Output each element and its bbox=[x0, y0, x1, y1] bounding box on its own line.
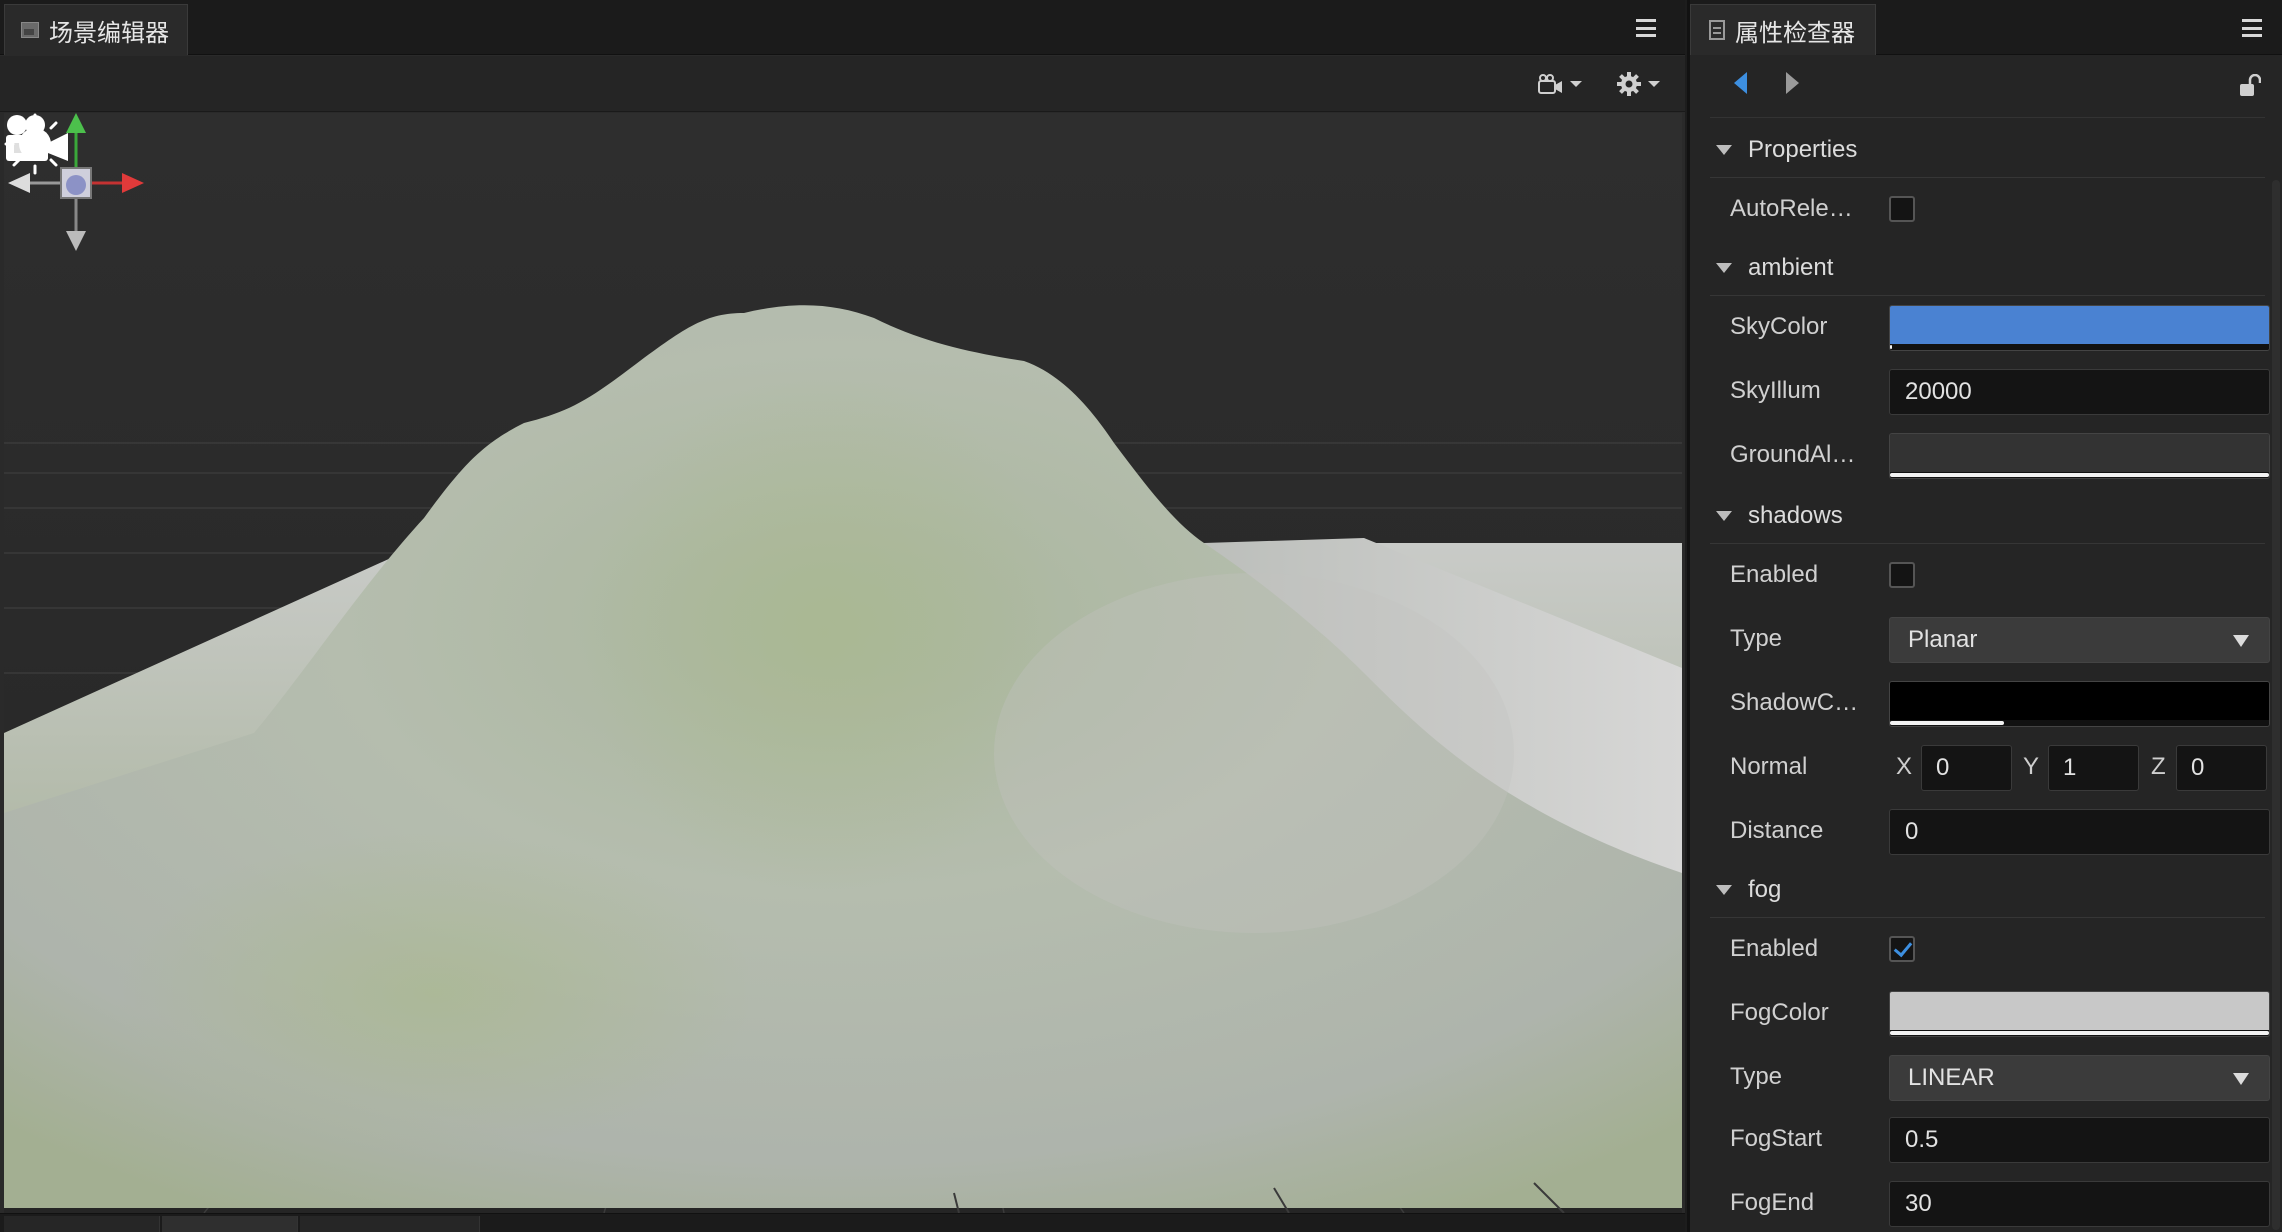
sky-illum-input[interactable]: 20000 bbox=[1889, 369, 2270, 415]
shadow-normal-label: Normal bbox=[1730, 753, 1808, 780]
section-title: Properties bbox=[1748, 135, 1858, 163]
auto-release-checkbox[interactable] bbox=[1889, 196, 1915, 222]
fog-type-label: Type bbox=[1730, 1063, 1783, 1090]
sky-illum-label: SkyIllum bbox=[1730, 377, 1821, 404]
section-shadows[interactable]: shadows bbox=[1710, 488, 2265, 544]
ground-albedo-label: GroundAl… bbox=[1730, 441, 1856, 468]
section-ambient[interactable]: ambient bbox=[1710, 240, 2265, 296]
auto-release-label: AutoRele… bbox=[1730, 195, 1853, 222]
fog-enabled-label: Enabled bbox=[1730, 935, 1819, 962]
row-fog-start: FogStart 0.5 bbox=[1710, 1109, 2270, 1169]
shadow-distance-input[interactable]: 0 bbox=[1889, 809, 2270, 855]
bottom-tab[interactable] bbox=[4, 1216, 160, 1232]
section-properties[interactable]: Properties bbox=[1710, 122, 2265, 178]
tab-scene-editor[interactable]: 场景编辑器 bbox=[4, 4, 188, 55]
collapse-triangle-icon bbox=[1716, 262, 1732, 273]
fog-color-picker[interactable] bbox=[1889, 991, 2270, 1037]
inspector-tabbar: 属性检查器 bbox=[1690, 0, 2282, 55]
normal-x-label: X bbox=[1896, 753, 1913, 780]
row-shadow-normal: Normal X 0 Y 1 Z 0 bbox=[1710, 737, 2267, 797]
bottom-tab[interactable] bbox=[162, 1216, 298, 1232]
row-shadow-color: ShadowC… bbox=[1710, 673, 2270, 733]
scene-toolbar bbox=[0, 56, 1685, 112]
inspector-menu-icon[interactable] bbox=[2238, 16, 2266, 40]
fog-type-select[interactable]: LINEAR bbox=[1889, 1055, 2270, 1101]
shadow-color-label: ShadowC… bbox=[1730, 689, 1859, 716]
fog-start-input[interactable]: 0.5 bbox=[1889, 1117, 2270, 1163]
fog-color-label: FogColor bbox=[1730, 999, 1829, 1026]
property-inspector-panel: 属性检查器 Properties AutoRele… ambient SkyCo… bbox=[1687, 0, 2282, 1232]
ground-albedo-swatch bbox=[1890, 434, 2269, 472]
shadows-type-label: Type bbox=[1730, 625, 1783, 652]
row-fog-type: Type LINEAR bbox=[1710, 1047, 2270, 1107]
row-fog-color: FogColor bbox=[1710, 983, 2270, 1043]
camera-view-icon bbox=[1538, 74, 1562, 94]
normal-z-input[interactable]: 0 bbox=[2176, 745, 2267, 791]
tab-property-inspector[interactable]: 属性检查器 bbox=[1690, 4, 1876, 55]
collapse-triangle-icon bbox=[1716, 510, 1732, 521]
row-ground-albedo: GroundAl… bbox=[1710, 425, 2270, 485]
row-shadows-type: Type Planar bbox=[1710, 609, 2270, 669]
row-auto-release: AutoRele… bbox=[1710, 179, 2265, 239]
scene-tab-label: 场景编辑器 bbox=[49, 19, 169, 47]
shadows-enabled-label: Enabled bbox=[1730, 561, 1819, 588]
bottom-tab[interactable] bbox=[300, 1216, 480, 1232]
collapse-triangle-icon bbox=[1716, 884, 1732, 895]
fog-type-value: LINEAR bbox=[1908, 1064, 1995, 1091]
editor-window: 场景编辑器 属性检查器 Properties AutoRele… ambient… bbox=[0, 0, 2282, 1232]
scene-tab-icon bbox=[21, 22, 39, 38]
chevron-down-icon bbox=[1570, 81, 1582, 87]
row-shadow-distance: Distance 0 bbox=[1710, 801, 2270, 861]
lock-icon[interactable] bbox=[2239, 74, 2261, 98]
section-title: fog bbox=[1748, 875, 1782, 903]
bottom-panel-tabs bbox=[0, 1213, 1685, 1232]
sun-light-icon[interactable] bbox=[4, 113, 66, 175]
fog-color-swatch bbox=[1890, 992, 2269, 1030]
section-fog[interactable]: fog bbox=[1710, 862, 2265, 918]
shadow-color-swatch bbox=[1890, 682, 2269, 720]
inspector-nav-row bbox=[1710, 62, 2265, 118]
back-arrow-icon[interactable] bbox=[1734, 72, 1747, 94]
ground-albedo-picker[interactable] bbox=[1889, 433, 2270, 479]
dropdown-arrow-icon bbox=[2233, 1073, 2249, 1085]
terrain-render bbox=[4, 113, 1682, 1213]
shadows-type-value: Planar bbox=[1908, 626, 1978, 653]
gear-icon bbox=[1617, 72, 1641, 96]
document-icon bbox=[1709, 20, 1725, 40]
row-fog-enabled: Enabled bbox=[1710, 919, 2265, 979]
shadow-color-picker[interactable] bbox=[1889, 681, 2270, 727]
fog-start-label: FogStart bbox=[1730, 1125, 1823, 1152]
fog-end-input[interactable]: 30 bbox=[1889, 1181, 2270, 1227]
shadows-type-select[interactable]: Planar bbox=[1889, 617, 2270, 663]
chevron-down-icon bbox=[1648, 81, 1660, 87]
scene-viewport[interactable] bbox=[4, 113, 1682, 1213]
normal-z-label: Z bbox=[2151, 753, 2166, 780]
normal-x-input[interactable]: 0 bbox=[1921, 745, 2012, 791]
sky-color-picker[interactable] bbox=[1889, 305, 2270, 351]
camera-view-dropdown[interactable] bbox=[1538, 68, 1582, 100]
row-fog-end: FogEnd 30 bbox=[1710, 1173, 2270, 1232]
row-sky-illum: SkyIllum 20000 bbox=[1710, 361, 2270, 421]
normal-y-label: Y bbox=[2023, 753, 2040, 780]
scene-editor-panel: 场景编辑器 bbox=[0, 0, 1685, 1232]
row-sky-color: SkyColor bbox=[1710, 297, 2270, 357]
section-title: shadows bbox=[1748, 501, 1843, 529]
row-shadows-enabled: Enabled bbox=[1710, 545, 2265, 605]
inspector-tab-label: 属性检查器 bbox=[1735, 19, 1855, 47]
dropdown-arrow-icon bbox=[2233, 635, 2249, 647]
scene-menu-icon[interactable] bbox=[1632, 16, 1660, 40]
collapse-triangle-icon bbox=[1716, 144, 1732, 155]
normal-y-input[interactable]: 1 bbox=[2048, 745, 2139, 791]
scene-settings-dropdown[interactable] bbox=[1616, 68, 1660, 100]
fog-enabled-checkbox[interactable] bbox=[1889, 936, 1915, 962]
section-title: ambient bbox=[1748, 253, 1834, 281]
sky-color-swatch bbox=[1890, 306, 2269, 344]
shadow-distance-label: Distance bbox=[1730, 817, 1824, 844]
scene-tabbar: 场景编辑器 bbox=[0, 0, 1685, 55]
fog-end-label: FogEnd bbox=[1730, 1189, 1815, 1216]
inspector-scrollbar[interactable] bbox=[2272, 180, 2280, 1230]
shadows-enabled-checkbox[interactable] bbox=[1889, 562, 1915, 588]
sky-color-label: SkyColor bbox=[1730, 313, 1828, 340]
forward-arrow-icon[interactable] bbox=[1786, 72, 1799, 94]
